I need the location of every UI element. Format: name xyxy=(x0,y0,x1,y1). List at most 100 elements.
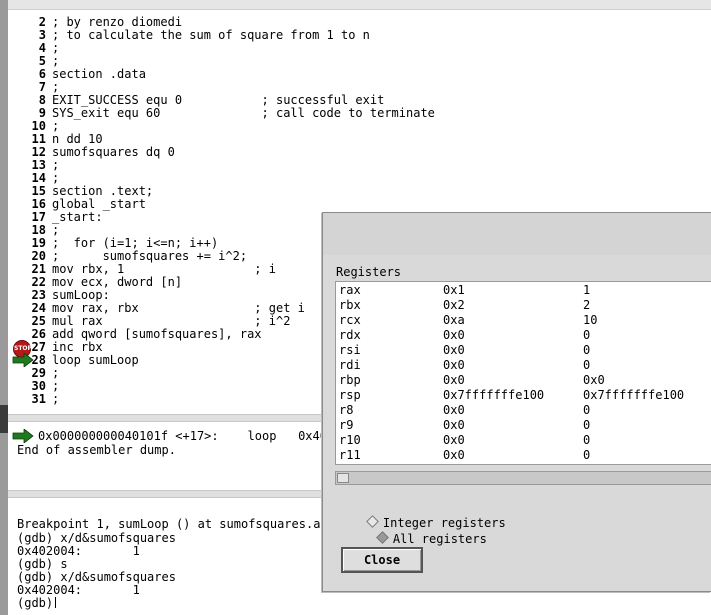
source-code: add qword [sumofsquares], rax xyxy=(52,327,262,341)
source-code: SYS_exit equ 60 ; call code to terminate xyxy=(52,106,435,120)
source-code: ; for (i=1; i<=n; i++) xyxy=(52,236,219,250)
register-row[interactable]: rbp 0x0 0x0 xyxy=(336,373,711,388)
source-code: ; by renzo diomedi xyxy=(52,15,183,29)
register-name: rax xyxy=(339,283,361,297)
register-row[interactable]: r10 0x0 0 xyxy=(336,433,711,448)
register-row[interactable]: rdi 0x0 0 xyxy=(336,358,711,373)
source-line[interactable]: 31; xyxy=(10,392,60,406)
register-name: r10 xyxy=(339,433,361,447)
register-hex-value: 0x2 xyxy=(443,298,465,312)
source-code: ; xyxy=(52,392,60,406)
register-name: r9 xyxy=(339,418,354,432)
left-edge-strip xyxy=(0,0,8,615)
asm-current-line: 0x000000000040101f <+17>: loop 0x401 xyxy=(38,429,335,443)
close-button[interactable]: Close xyxy=(341,547,423,573)
radio-integer-label: Integer registers xyxy=(382,516,506,530)
line-number[interactable]: 31 xyxy=(10,393,46,406)
register-natural-value: 0 xyxy=(583,343,591,357)
register-natural-value: 10 xyxy=(583,313,598,327)
source-line[interactable]: 6 section .data xyxy=(10,68,146,81)
register-natural-value: 2 xyxy=(583,298,591,312)
register-hex-value: 0x0 xyxy=(443,433,465,447)
register-natural-value: 0 xyxy=(583,448,591,462)
source-code: n dd 10 xyxy=(52,132,103,146)
register-row[interactable]: r8 0x0 0 xyxy=(336,403,711,418)
register-row[interactable]: rdx 0x0 0 xyxy=(336,328,711,343)
register-name: rbp xyxy=(339,373,361,387)
register-hex-value: 0x0 xyxy=(443,358,465,372)
registers-label: Registers xyxy=(336,265,402,279)
register-natural-value: 0 xyxy=(583,433,591,447)
source-code: ; xyxy=(52,379,60,393)
register-hex-value: 0x7fffffffe100 xyxy=(443,388,545,402)
register-row[interactable]: rax 0x1 1 xyxy=(336,283,711,298)
register-name: r11 xyxy=(339,448,361,462)
source-line[interactable]: 9 SYS_exit equ 60 ; call code to terminat… xyxy=(10,107,435,120)
source-code: global _start xyxy=(52,197,146,211)
console-line: Breakpoint 1, sumLoop () at sumofsquares… xyxy=(17,517,335,531)
source-code: loop sumLoop xyxy=(52,353,139,367)
dialog-title-bar[interactable] xyxy=(323,213,711,255)
register-hex-value: 0x1 xyxy=(443,283,465,297)
scroll-left-button[interactable] xyxy=(337,473,349,483)
register-row[interactable]: rsp 0x7fffffffe100 0x7fffffffe100 xyxy=(336,388,711,403)
register-row[interactable]: rsi 0x0 0 xyxy=(336,343,711,358)
register-natural-value: 1 xyxy=(583,283,591,297)
source-code: ; xyxy=(52,41,60,55)
source-code: inc rbx xyxy=(52,340,103,354)
source-code: ; xyxy=(52,223,60,237)
register-row[interactable]: rcx 0xa 10 xyxy=(336,313,711,328)
register-hex-value: 0x0 xyxy=(443,328,465,342)
source-code: _start: xyxy=(52,210,103,224)
source-line[interactable]: 3; to calculate the sum of square from 1… xyxy=(10,29,370,42)
source-code: section .data xyxy=(52,67,146,81)
source-code: sumLoop: xyxy=(52,288,110,302)
source-code: mov rax, rbx ; get i xyxy=(52,301,305,315)
register-name: rbx xyxy=(339,298,361,312)
source-line[interactable]: 26 add qword [sumofsquares], rax xyxy=(10,328,262,341)
register-natural-value: 0x0 xyxy=(583,373,605,387)
register-natural-value: 0 xyxy=(583,328,591,342)
radio-diamond-icon xyxy=(366,515,379,528)
register-natural-value: 0x7fffffffe100 xyxy=(583,388,685,402)
pane-resize-handle[interactable] xyxy=(0,405,8,433)
horizontal-scrollbar[interactable] xyxy=(335,471,711,485)
registers-dialog: Registers rax 0x1 1 rbx 0x2 2 rcx 0xa 10 rdx 0x0 0 r… xyxy=(322,212,711,592)
registers-table[interactable]: rax 0x1 1 rbx 0x2 2 rcx 0xa 10 rdx 0x0 0 rsi 0x0 0 rdi 0… xyxy=(335,281,711,465)
source-code: ; xyxy=(52,366,60,380)
register-natural-value: 0 xyxy=(583,358,591,372)
green-arrow-icon xyxy=(12,429,34,443)
text-cursor xyxy=(55,597,57,608)
console-line: (gdb) xyxy=(17,597,57,610)
source-code: ; xyxy=(52,80,60,94)
source-code: ; xyxy=(52,171,60,185)
source-code: ; to calculate the sum of square from 1 … xyxy=(52,28,370,42)
register-name: rdi xyxy=(339,358,361,372)
register-name: r8 xyxy=(339,403,354,417)
source-code: mul rax ; i^2 xyxy=(52,314,291,328)
source-code: mov ecx, dword [n] xyxy=(52,275,183,289)
source-code: EXIT_SUCCESS equ 0 ; successful exit xyxy=(52,93,385,107)
register-hex-value: 0x0 xyxy=(443,418,465,432)
radio-integer-registers[interactable]: Integer registers xyxy=(366,515,506,530)
register-filter-group: Integer registers All registers xyxy=(339,499,506,546)
radio-all-label: All registers xyxy=(392,532,487,546)
register-row[interactable]: r11 0x0 0 xyxy=(336,448,711,463)
radio-all-registers[interactable]: All registers xyxy=(376,531,487,546)
source-code: sumofsquares dq 0 xyxy=(52,145,175,159)
register-natural-value: 0 xyxy=(583,418,591,432)
top-toolbar-edge xyxy=(8,0,711,10)
source-code: ; xyxy=(52,54,60,68)
source-code: section .text; xyxy=(52,184,154,198)
source-code: ; sumofsquares += i^2; xyxy=(52,249,248,263)
register-name: rsi xyxy=(339,343,361,357)
register-hex-value: 0x0 xyxy=(443,403,465,417)
register-name: rdx xyxy=(339,328,361,342)
asm-end-text: End of assembler dump. xyxy=(17,443,176,457)
register-row[interactable]: rbx 0x2 2 xyxy=(336,298,711,313)
register-row[interactable]: r9 0x0 0 xyxy=(336,418,711,433)
source-code: mov rbx, 1 ; i xyxy=(52,262,276,276)
source-code: ; xyxy=(52,119,60,133)
register-natural-value: 0 xyxy=(583,403,591,417)
register-name: rcx xyxy=(339,313,361,327)
